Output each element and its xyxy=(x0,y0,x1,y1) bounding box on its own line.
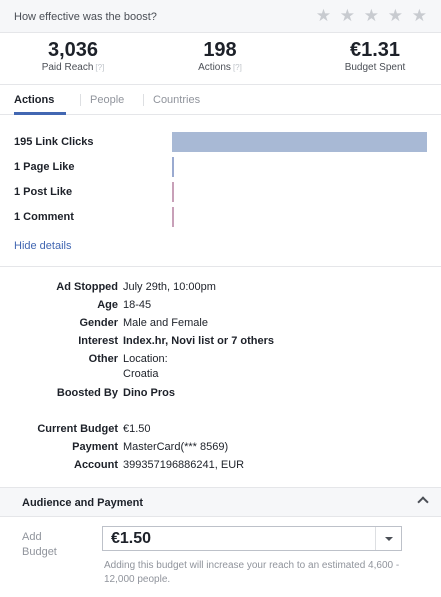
add-budget-label-line: Budget xyxy=(22,546,57,558)
star-rating[interactable]: ★ ★ ★ ★ ★ xyxy=(316,6,429,26)
tab-divider xyxy=(143,94,144,106)
star-icon[interactable]: ★ xyxy=(388,6,405,26)
detail-row: Age 18-45 xyxy=(0,299,441,313)
help-hint[interactable]: [?] xyxy=(233,63,242,72)
stat-label: Budget Spent xyxy=(344,62,406,73)
detail-row: Current Budget €1.50 xyxy=(0,423,441,437)
action-bar xyxy=(172,132,427,152)
stat-label-text: Actions xyxy=(198,62,231,73)
detail-label: Boosted By xyxy=(56,387,118,399)
actions-breakdown: 195 Link Clicks 1 Page Like 1 Post Like … xyxy=(0,115,441,267)
detail-label: Ad Stopped xyxy=(56,281,118,293)
detail-row: Other Location: Croatia xyxy=(0,353,441,383)
budget-dropdown-button[interactable] xyxy=(375,527,401,550)
action-label: 195 Link Clicks xyxy=(14,136,94,148)
action-label: 1 Post Like xyxy=(14,186,73,198)
audience-payment-header[interactable]: Audience and Payment xyxy=(0,487,441,517)
action-bar xyxy=(172,207,174,227)
detail-row: Boosted By Dino Pros xyxy=(0,387,441,401)
stat-value: 3,036 xyxy=(47,39,99,61)
detail-label: Account xyxy=(74,459,118,471)
stats-summary: 3,036 Paid Reach [?] 198 Actions [?] €1.31… xyxy=(0,33,441,85)
detail-row: Account 399357196886241, EUR xyxy=(0,459,441,473)
action-row: 1 Comment xyxy=(14,207,434,227)
tab-bar: Actions People Countries xyxy=(0,85,441,115)
feedback-question: How effective was the boost? xyxy=(14,11,157,23)
detail-value: Male and Female xyxy=(123,317,208,329)
action-bar xyxy=(172,157,174,177)
detail-label: Age xyxy=(97,299,118,311)
detail-label: Current Budget xyxy=(37,423,118,435)
tab-divider xyxy=(80,94,81,106)
feedback-bar: How effective was the boost? ★ ★ ★ ★ ★ xyxy=(0,0,441,33)
detail-value: July 29th, 10:00pm xyxy=(123,281,216,293)
help-hint[interactable]: [?] xyxy=(95,63,104,72)
detail-label: Interest xyxy=(78,335,118,347)
action-row: 1 Page Like xyxy=(14,157,434,177)
tab-countries[interactable]: Countries xyxy=(153,94,200,106)
section-title: Audience and Payment xyxy=(22,497,144,509)
star-icon[interactable]: ★ xyxy=(364,6,381,26)
detail-label: Payment xyxy=(72,441,118,453)
action-bar xyxy=(172,182,174,202)
star-icon[interactable]: ★ xyxy=(316,6,333,26)
detail-value: €1.50 xyxy=(123,423,151,435)
tab-actions[interactable]: Actions xyxy=(14,94,54,106)
detail-value[interactable]: Index.hr, Novi list or 7 others xyxy=(123,335,274,347)
detail-label: Gender xyxy=(79,317,118,329)
detail-value: 18-45 xyxy=(123,299,152,311)
action-row: 1 Post Like xyxy=(14,182,434,202)
action-label: 1 Page Like xyxy=(14,161,75,173)
stat-value: 198 xyxy=(203,39,237,61)
detail-value[interactable]: Dino Pros xyxy=(123,387,175,399)
tab-people[interactable]: People xyxy=(90,94,124,106)
detail-row: Gender Male and Female xyxy=(0,317,441,331)
stat-value: €1.31 xyxy=(349,39,401,61)
stat-actions: 198 Actions [?] xyxy=(175,39,265,73)
budget-help-text: Adding this budget will increase your re… xyxy=(104,560,400,585)
action-row: 195 Link Clicks xyxy=(14,132,434,152)
stat-label-text: Paid Reach xyxy=(41,62,94,73)
detail-value: Location: xyxy=(123,353,168,365)
detail-row: Ad Stopped July 29th, 10:00pm xyxy=(0,281,441,295)
chevron-up-icon[interactable] xyxy=(417,496,429,508)
star-icon[interactable]: ★ xyxy=(412,6,429,26)
detail-value: Croatia xyxy=(123,368,159,380)
stat-label: Actions [?] xyxy=(175,62,265,73)
caret-down-icon xyxy=(385,537,393,541)
detail-value: 399357196886241, EUR xyxy=(123,459,245,471)
budget-value: €1.50 xyxy=(111,530,152,547)
detail-value: MasterCard(*** 8569) xyxy=(123,441,229,453)
detail-label: Other xyxy=(88,353,118,365)
add-budget-label: Add Budget xyxy=(22,530,57,560)
stat-paid-reach: 3,036 Paid Reach [?] xyxy=(28,39,118,73)
star-icon[interactable]: ★ xyxy=(340,6,357,26)
stat-label: Paid Reach [?] xyxy=(28,62,118,73)
detail-row: Interest Index.hr, Novi list or 7 others xyxy=(0,335,441,349)
budget-select[interactable]: €1.50 xyxy=(102,526,402,551)
stat-budget-spent: €1.31 Budget Spent xyxy=(325,39,425,73)
detail-row: Payment MasterCard(*** 8569) xyxy=(0,441,441,455)
add-budget-label-line: Add xyxy=(22,531,42,543)
action-label: 1 Comment xyxy=(14,211,74,223)
hide-details-link[interactable]: Hide details xyxy=(14,240,71,252)
